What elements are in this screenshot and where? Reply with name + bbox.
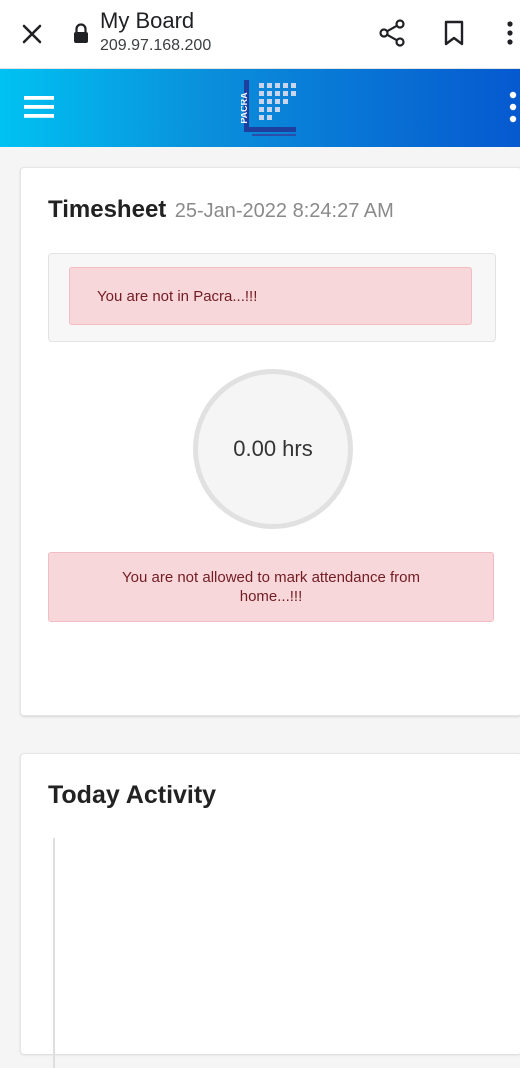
close-icon[interactable] [18,20,46,48]
location-alert: You are not in Pacra...!!! [69,267,472,325]
timesheet-datetime: 25-Jan-2022 8:24:27 AM [174,200,394,222]
timeline-line [53,838,55,1068]
browser-toolbar: My Board 209.97.168.200 [0,0,520,69]
page-title: My Board [100,8,195,33]
today-activity-card: Today Activity [20,753,520,1068]
logo-text: PACRA [241,92,249,124]
pacra-logo[interactable]: PACRA [241,78,301,138]
timesheet-title: Timesheet [48,196,167,223]
hours-circle: 0.00 hrs [193,369,353,529]
timesheet-heading: Timesheet 25-Jan-2022 8:24:27 AM [48,196,394,224]
more-vert-icon[interactable] [502,17,518,49]
today-activity-title: Today Activity [48,781,217,809]
timesheet-card: Timesheet 25-Jan-2022 8:24:27 AM You are… [20,167,520,716]
lock-icon [74,23,88,43]
hours-value: 0.00 hrs [233,436,313,461]
app-header: PACRA [0,69,520,147]
app-more-icon[interactable] [506,89,520,125]
menu-icon[interactable] [24,93,54,121]
share-icon[interactable] [376,17,408,49]
page-url[interactable]: 209.97.168.200 [100,37,211,55]
location-alert-container: You are not in Pacra...!!! [48,253,496,342]
attendance-alert: You are not allowed to mark attendance f… [48,552,494,622]
bookmark-icon[interactable] [440,17,468,49]
